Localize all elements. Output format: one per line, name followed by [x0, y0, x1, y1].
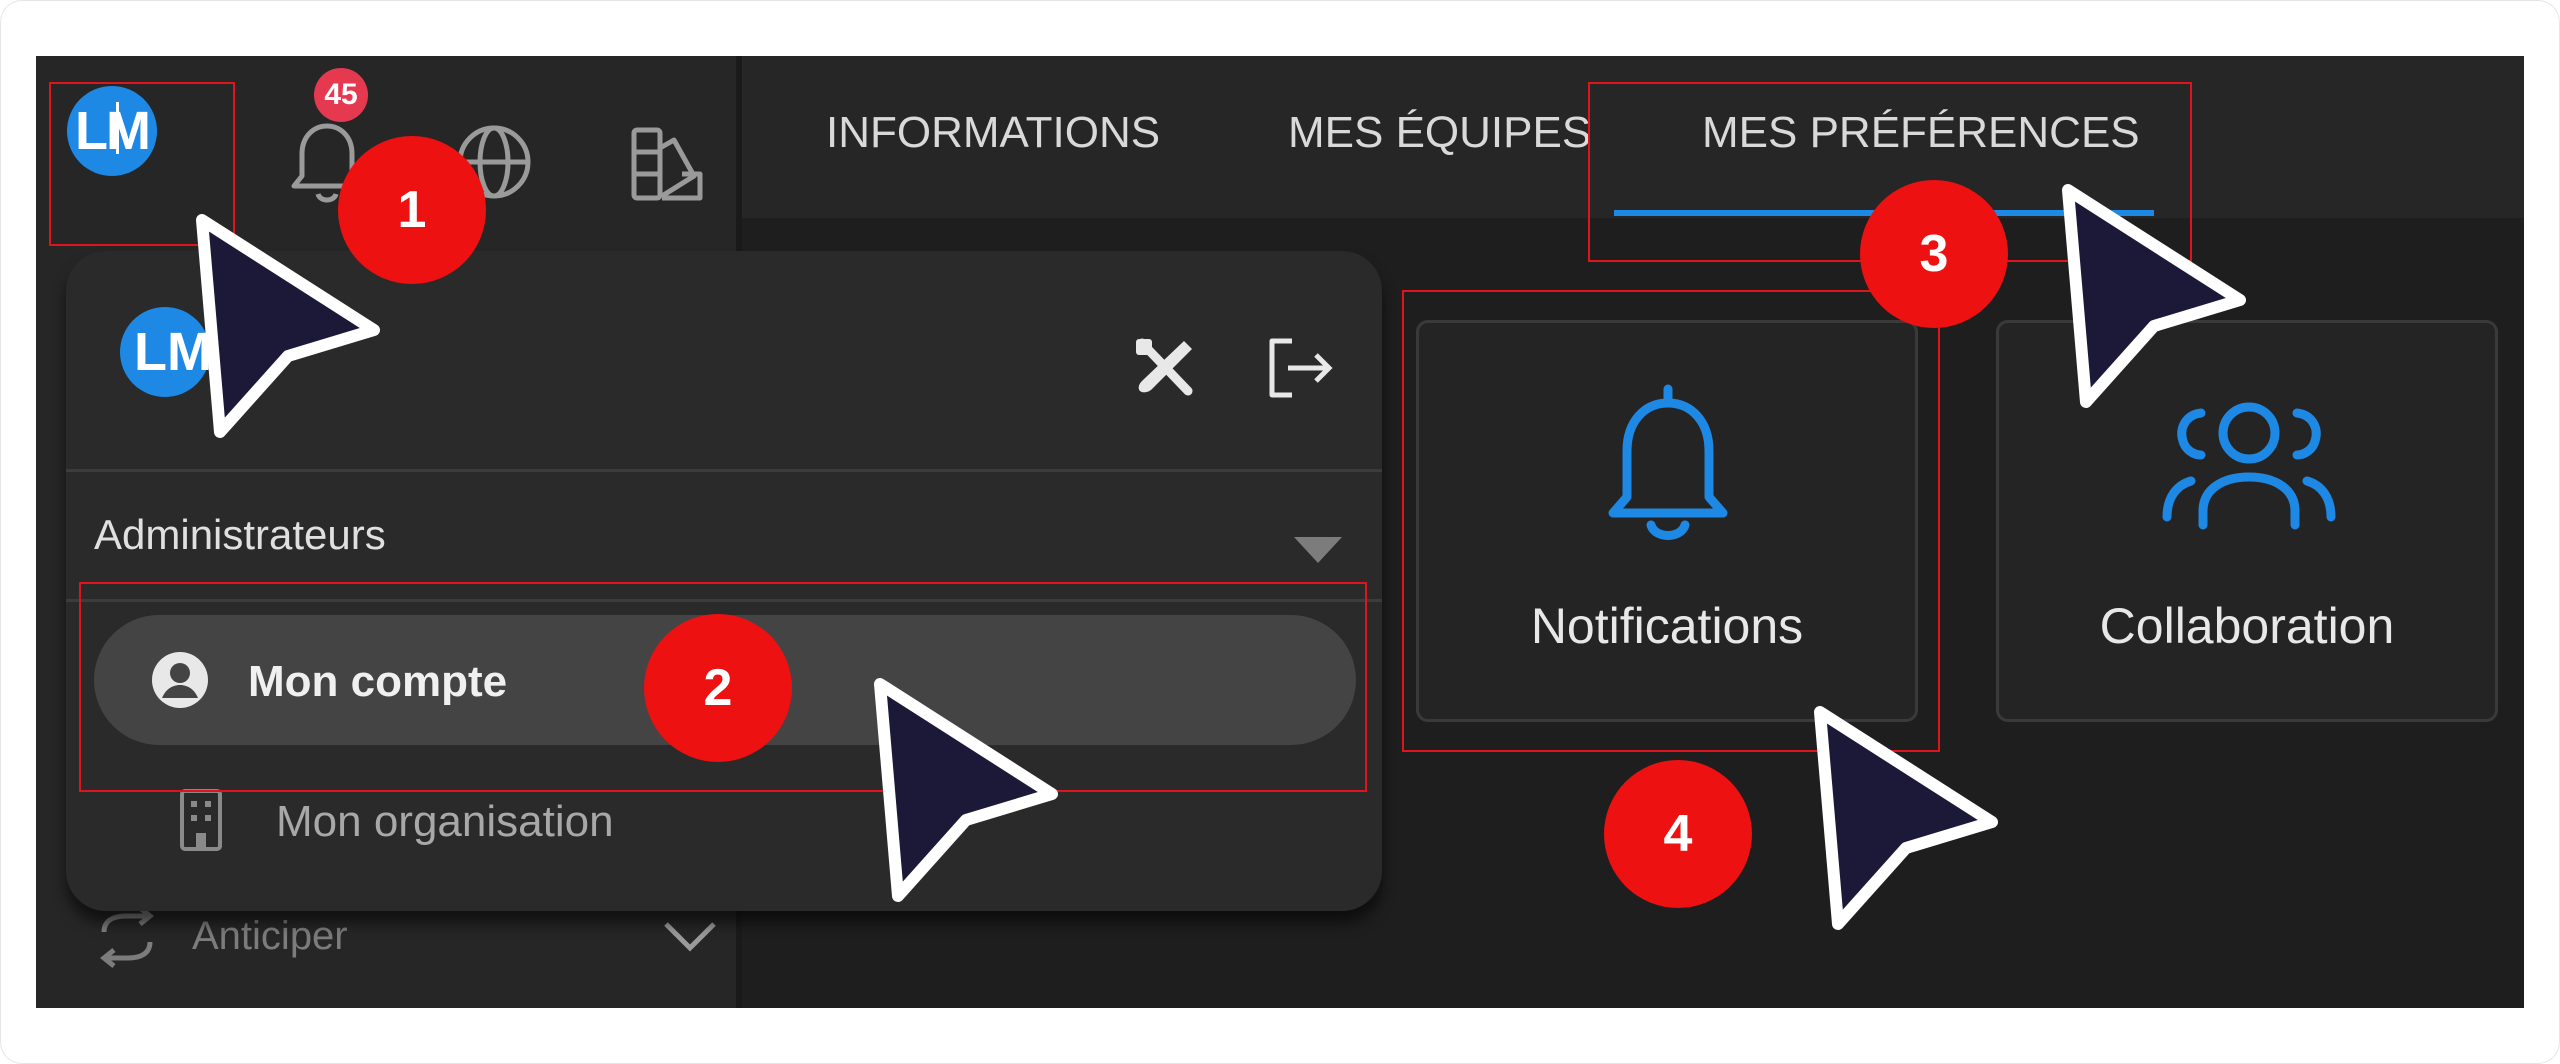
- menu-item-mon-organisation[interactable]: Mon organisation: [156, 781, 956, 861]
- tab-informations[interactable]: INFORMATIONS: [826, 108, 1160, 158]
- step-marker-4: 4: [1604, 760, 1752, 908]
- chevron-down-icon[interactable]: [662, 916, 718, 956]
- step-number: 3: [1919, 225, 1949, 283]
- building-icon: [180, 789, 222, 851]
- highlight-box-notifications: [1402, 290, 1940, 752]
- role-select-value: Administrateurs: [94, 511, 386, 558]
- card-label: Collaboration: [2099, 598, 2395, 654]
- notification-count-badge: 45: [314, 68, 368, 122]
- logout-icon[interactable]: [1262, 333, 1336, 403]
- dropdown-arrow-icon: [1294, 537, 1342, 563]
- step-marker-2: 2: [644, 614, 792, 762]
- sidebar-item-anticiper[interactable]: Anticiper: [92, 902, 716, 972]
- cursor-pointer-icon: [1814, 706, 1998, 930]
- cursor-pointer-icon: [874, 678, 1058, 902]
- step-number: 1: [397, 181, 427, 239]
- sync-icon: [99, 906, 155, 968]
- sidebar-item-label: Anticiper: [192, 914, 348, 958]
- step-marker-3: 3: [1860, 180, 2008, 328]
- notification-count: 45: [324, 78, 358, 111]
- tab-mes-equipes[interactable]: MES ÉQUIPES: [1288, 108, 1591, 158]
- menu-item-label: Mon organisation: [276, 797, 614, 846]
- menu-divider: [66, 469, 1382, 472]
- step-number: 2: [703, 659, 733, 717]
- cursor-pointer-icon: [2062, 184, 2246, 408]
- palette-icon[interactable]: [616, 112, 716, 212]
- tools-icon[interactable]: [1130, 333, 1200, 403]
- step-number: 4: [1663, 805, 1693, 863]
- cursor-pointer-icon: [196, 214, 380, 438]
